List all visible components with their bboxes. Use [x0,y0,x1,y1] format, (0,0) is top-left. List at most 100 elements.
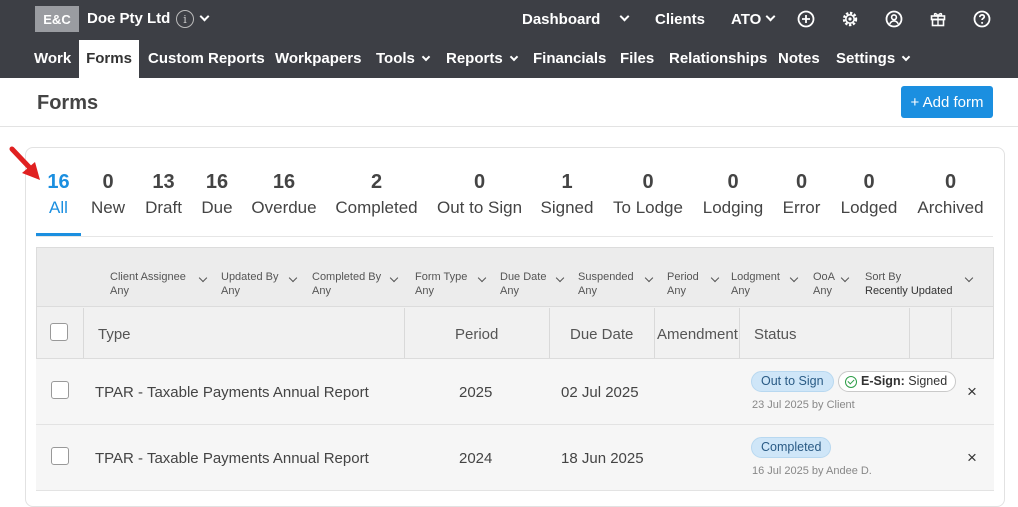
table-header [36,307,994,359]
row-checkbox[interactable] [51,447,69,465]
tab-due[interactable]: 16 Due [198,170,236,218]
column-status[interactable]: Status [754,326,797,343]
nav-forms[interactable]: Forms [79,40,139,78]
tab-count: 0 [473,171,486,193]
nav-custom-reports[interactable]: Custom Reports [140,40,273,78]
filter-value: Any [731,285,750,297]
filter-completed-by[interactable]: Completed By Any [312,270,399,298]
header-divider [0,126,1018,127]
row-checkbox[interactable] [51,381,69,399]
tab-to-lodge[interactable]: 0 To Lodge [611,170,685,218]
column-divider [404,308,405,358]
row-type[interactable]: TPAR - Taxable Payments Annual Report [95,384,369,401]
column-type[interactable]: Type [98,326,131,343]
tab-count: 1 [561,171,573,193]
remove-row-button[interactable]: × [965,383,979,400]
tab-draft[interactable]: 13 Draft [141,170,186,218]
column-divider [739,308,740,358]
row-due-date: 18 Jun 2025 [561,450,644,467]
ato-menu[interactable]: ATO [731,11,761,28]
tab-count: 16 [205,171,229,193]
nav-files[interactable]: Files [612,40,662,78]
filter-form-type[interactable]: Form Type Any [415,270,487,298]
status-badge: Completed [751,437,832,458]
settings-icon[interactable] [841,10,859,28]
clients-link[interactable]: Clients [655,11,705,28]
filter-due-date[interactable]: Due Date Any [500,270,565,298]
check-circle-icon [845,376,857,388]
account-icon[interactable] [885,10,903,28]
tab-label: Due [201,198,233,217]
tab-label: Draft [145,198,182,217]
filter-lodgment[interactable]: Lodgment Any [731,270,799,298]
nav-notes[interactable]: Notes [770,40,828,78]
filter-value: Any [667,285,686,297]
dashboard-chevron-down-icon[interactable] [619,11,630,22]
remove-row-button[interactable]: × [965,449,979,466]
nav-relationships[interactable]: Relationships [661,40,775,78]
filter-updated-by[interactable]: Updated By Any [221,270,298,298]
column-period[interactable]: Period [455,326,498,343]
column-divider [654,308,655,358]
nav-settings[interactable]: Settings [828,40,917,78]
tab-count: 0 [102,171,114,193]
row-type[interactable]: TPAR - Taxable Payments Annual Report [95,450,369,467]
add-circle-icon[interactable] [797,10,815,28]
org-chevron-down-icon[interactable] [199,11,210,22]
filter-client-assignee[interactable]: Client Assignee Any [110,270,208,298]
tab-all[interactable]: 16 All [40,170,77,218]
add-form-button[interactable]: + Add form [901,86,993,118]
column-due-date[interactable]: Due Date [570,326,633,343]
nav-tools[interactable]: Tools [368,40,437,78]
nav-work[interactable]: Work [26,40,79,78]
filter-label: Sort By [865,271,902,283]
filter-label: Due Date [500,271,547,283]
tabs-divider [36,236,993,237]
help-icon[interactable] [973,10,991,28]
firm-logo[interactable]: E&C [35,6,79,32]
tab-archived[interactable]: 0 Archived [914,170,987,218]
filter-value: Any [415,285,434,297]
row-due-date: 02 Jul 2025 [561,384,639,401]
filter-label: Client Assignee [110,271,186,283]
nav-financials[interactable]: Financials [525,40,614,78]
settings-chevron-down-icon [901,52,911,62]
select-all-checkbox[interactable] [50,323,68,341]
filter-label: Lodgment [731,271,780,283]
org-name[interactable]: Doe Pty Ltd [87,10,170,27]
row-period: 2025 [459,384,493,401]
filter-suspended[interactable]: Suspended Any [578,270,654,298]
info-icon[interactable]: i [176,10,194,28]
column-amendment[interactable]: Amendment [657,326,738,343]
tab-signed[interactable]: 1 Signed [538,170,596,218]
filter-period[interactable]: Period Any [667,270,720,298]
ato-chevron-down-icon[interactable] [765,11,776,22]
tab-out-to-sign[interactable]: 0 Out to Sign [435,170,524,218]
filter-label: Completed By [312,271,382,283]
tab-count: 0 [795,171,808,193]
tab-label: Overdue [251,198,317,217]
tab-lodging[interactable]: 0 Lodging [700,170,766,218]
esign-value: Signed [908,374,948,388]
reports-chevron-down-icon [509,52,518,62]
tab-lodged[interactable]: 0 Lodged [838,170,900,218]
filter-label: Updated By [221,271,279,283]
tab-label: New [90,198,125,217]
filter-ooa[interactable]: OoA Any [813,270,850,298]
tab-count: 16 [272,171,296,193]
dashboard-link[interactable]: Dashboard [522,11,600,28]
tab-count: 0 [944,171,957,193]
filter-sort-by[interactable]: Sort By Recently Updated [865,270,974,298]
filter-value: Any [578,285,597,297]
tab-error[interactable]: 0 Error [779,170,824,218]
nav-workpapers[interactable]: Workpapers [267,40,369,78]
tab-new[interactable]: 0 New [88,170,128,218]
tab-overdue[interactable]: 16 Overdue [249,170,319,218]
filter-value: Any [312,285,331,297]
column-divider [83,308,84,358]
tab-label: Archived [917,198,984,217]
tab-completed[interactable]: 2 Completed [333,170,420,218]
gift-icon[interactable] [929,10,947,28]
nav-reports[interactable]: Reports [438,40,525,78]
filter-label: OoA [813,271,836,283]
